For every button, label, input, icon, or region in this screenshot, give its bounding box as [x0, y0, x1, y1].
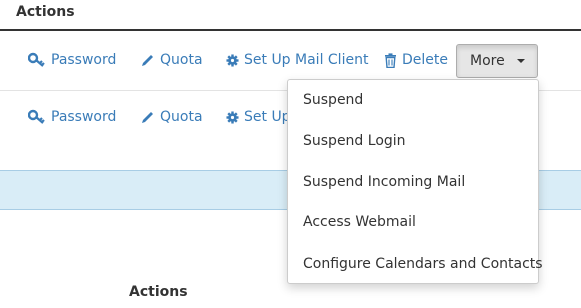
setup-mail-client-label: Set Up Mail Client: [244, 52, 369, 68]
key-icon: [28, 109, 45, 124]
key-icon: [28, 52, 45, 67]
menu-item-suspend-incoming-mail[interactable]: Suspend Incoming Mail: [303, 174, 465, 190]
delete-label: Delete: [402, 52, 448, 68]
password-label: Password: [51, 52, 117, 68]
quota-label: Quota: [160, 52, 203, 68]
gear-icon: [226, 110, 239, 124]
setup-mail-client-link[interactable]: Set Up Mail Client: [226, 52, 368, 68]
gear-icon: [226, 53, 239, 67]
more-label: More: [470, 53, 505, 69]
menu-item-configure-calendars[interactable]: Configure Calendars and Contacts: [303, 256, 543, 272]
setup-mail-client-link[interactable]: Set Up: [226, 109, 291, 125]
more-dropdown-menu: Suspend Suspend Login Suspend Incoming M…: [287, 79, 543, 284]
password-link[interactable]: Password: [28, 52, 116, 68]
pencil-icon: [142, 54, 153, 66]
pencil-icon: [142, 111, 153, 123]
quota-link[interactable]: Quota: [140, 52, 203, 68]
actions-label: Actions: [129, 284, 188, 300]
menu-item-suspend[interactable]: Suspend: [303, 92, 363, 108]
quota-link[interactable]: Quota: [140, 109, 203, 125]
more-button[interactable]: More: [456, 44, 538, 78]
actions-header: Actions: [0, 0, 581, 31]
menu-item-access-webmail[interactable]: Access Webmail: [303, 214, 416, 230]
caret-down-icon: [516, 59, 525, 63]
trash-icon: [385, 52, 396, 68]
password-label: Password: [51, 109, 117, 125]
header-title: Actions: [16, 4, 75, 20]
quota-label: Quota: [160, 109, 203, 125]
setup-mail-client-label: Set Up: [244, 109, 291, 125]
menu-item-suspend-login[interactable]: Suspend Login: [303, 133, 406, 149]
password-link[interactable]: Password: [28, 109, 116, 125]
delete-link[interactable]: Delete: [384, 52, 448, 68]
